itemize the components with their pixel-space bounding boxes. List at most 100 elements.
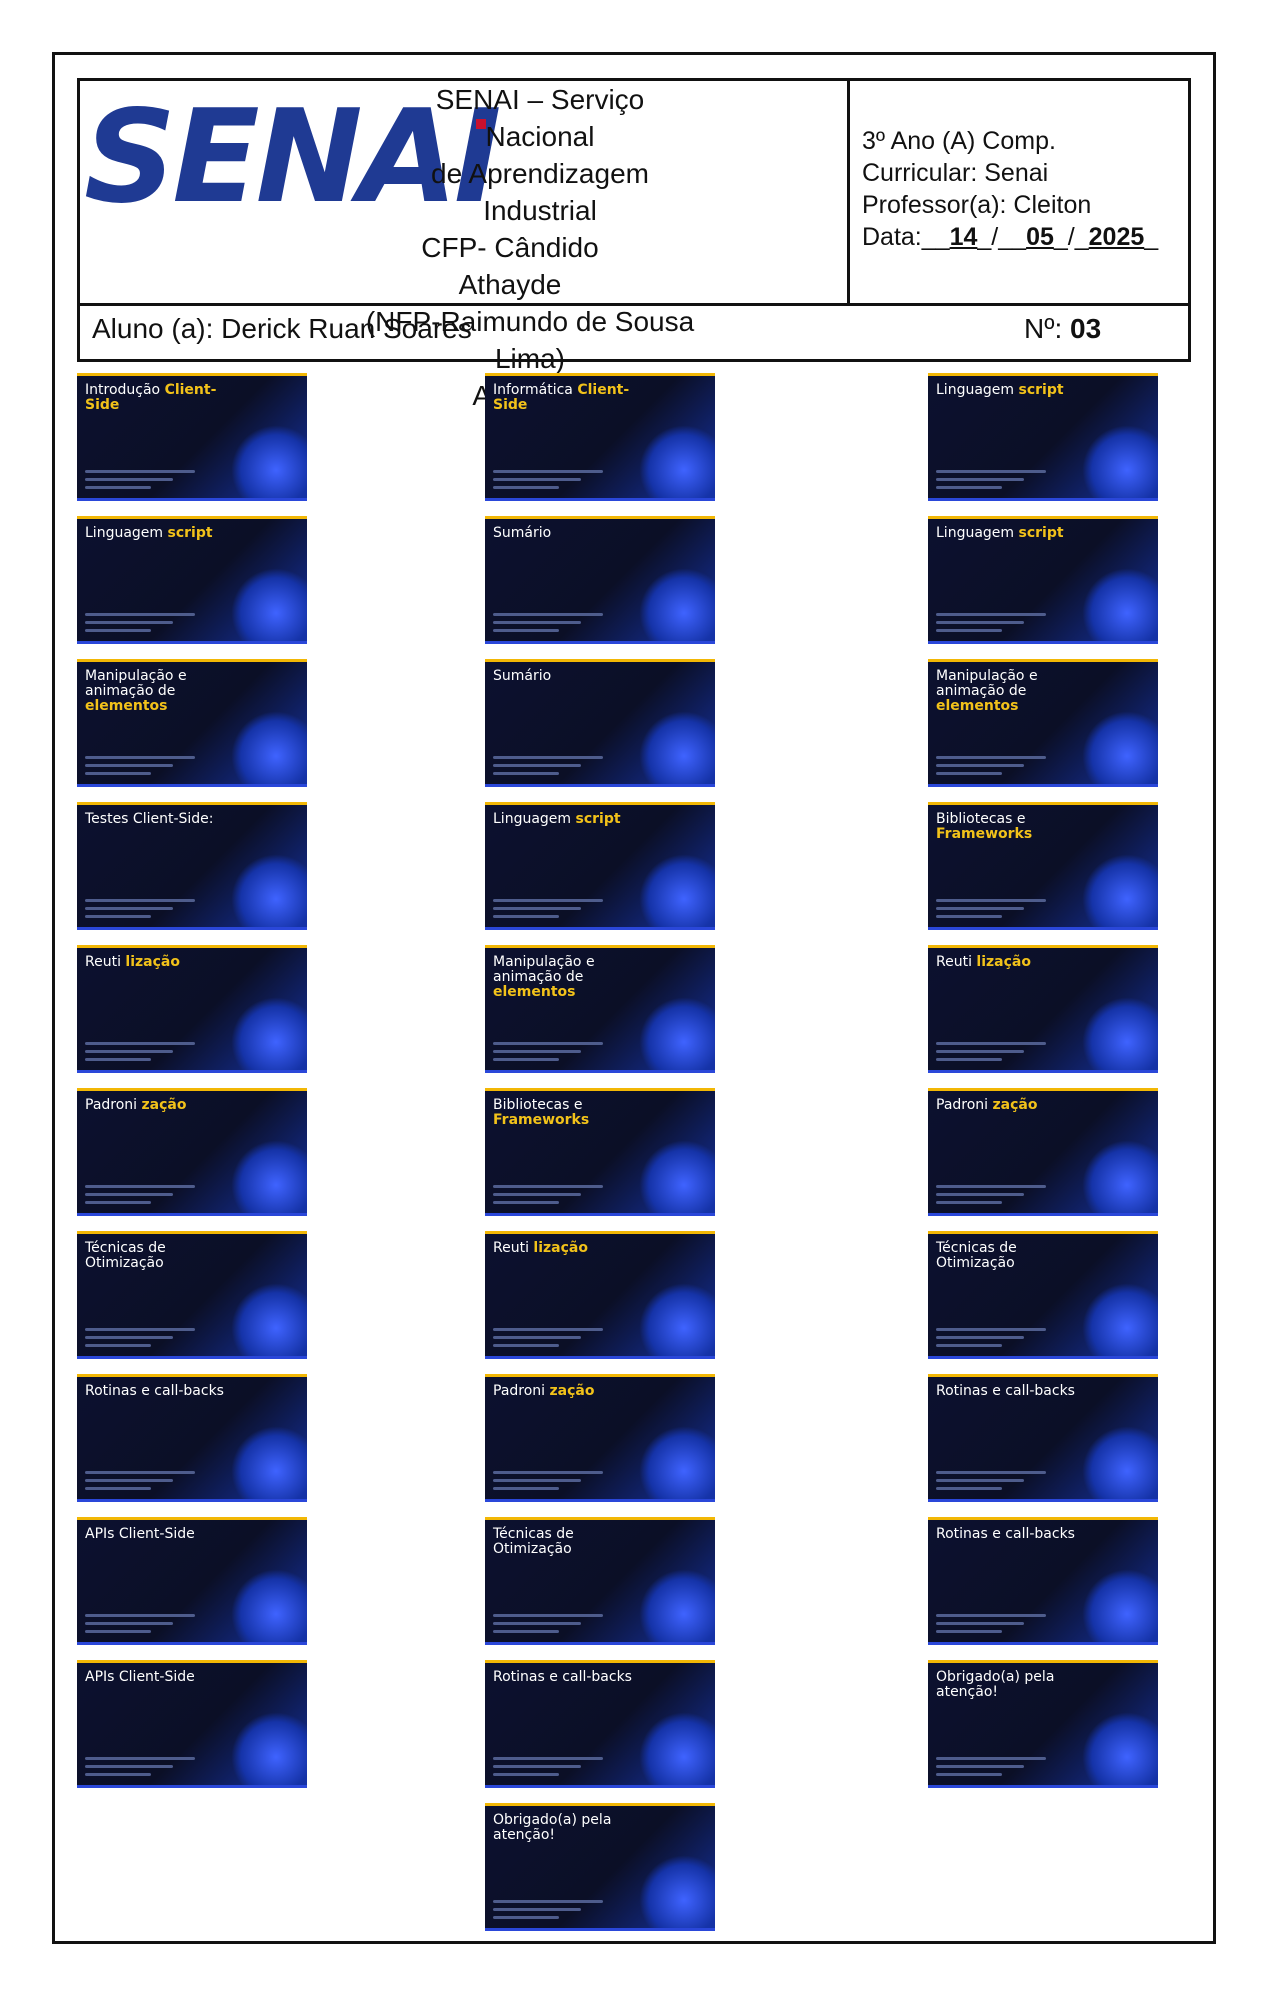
slide-title: Padroni zação [936, 1098, 1076, 1113]
slide-bottom-bar [928, 1356, 1158, 1359]
slide-thumbnail: Sumário [485, 516, 715, 644]
slide-title-text: Manipulação e animação de [85, 668, 187, 699]
slide-title-highlight: zação [141, 1097, 187, 1113]
slide-illustration [231, 1569, 307, 1645]
slide-title: Padroni zação [85, 1098, 225, 1113]
slide-bottom-bar [77, 1785, 307, 1788]
slide-title: Informática Client-Side [493, 383, 633, 413]
slide-accent-bar [77, 1374, 307, 1377]
slide-title: Técnicas de Otimização [493, 1527, 633, 1557]
slide-bottom-bar [485, 1213, 715, 1216]
slide-thumbnail: Manipulação e animação de elementos [77, 659, 307, 787]
slide-bottom-bar [485, 1070, 715, 1073]
slide-illustration [1082, 1283, 1158, 1359]
slide-accent-bar [77, 659, 307, 662]
school-line-4: CFP- Cândido Athayde [421, 232, 599, 300]
slide-accent-bar [485, 1517, 715, 1520]
slide-body-text [493, 1466, 603, 1490]
slide-bottom-bar [485, 927, 715, 930]
slide-title: Rotinas e call-backs [936, 1384, 1076, 1399]
slide-title-highlight: lização [125, 954, 180, 970]
slide-title: Testes Client-Side: [85, 812, 225, 827]
slide-body-text [936, 1752, 1046, 1776]
slide-illustration [231, 425, 307, 501]
slide-body-text [85, 751, 195, 775]
slide-illustration [1082, 1569, 1158, 1645]
slide-title-highlight: script [1018, 382, 1064, 398]
slide-title: Manipulação e animação de elementos [936, 669, 1076, 714]
slide-body-text [936, 1037, 1046, 1061]
slide-body-text [493, 894, 603, 918]
slide-illustration [231, 568, 307, 644]
slide-thumbnail: Rotinas e call-backs [77, 1374, 307, 1502]
slide-body-text [85, 608, 195, 632]
slide-title-text: Manipulação e animação de [493, 954, 595, 985]
slide-accent-bar [928, 1517, 1158, 1520]
slide-thumbnail: Reuti lização [77, 945, 307, 1073]
slide-title: Reuti lização [85, 955, 225, 970]
slide-title-highlight: Frameworks [493, 1112, 590, 1128]
slide-bottom-bar [928, 498, 1158, 501]
slide-body-text [936, 465, 1046, 489]
slide-title: Introdução Client-Side [85, 383, 225, 413]
slide-bottom-bar [928, 927, 1158, 930]
slide-bottom-bar [928, 1499, 1158, 1502]
slide-thumbnail: Técnicas de Otimização [485, 1517, 715, 1645]
slide-title: Obrigado(a) pela atenção! [936, 1670, 1076, 1700]
slide-bottom-bar [928, 1070, 1158, 1073]
slide-body-text [493, 465, 603, 489]
slide-title: Linguagem script [85, 526, 225, 541]
slide-thumbnail: Linguagem script [928, 373, 1158, 501]
slide-body-text [936, 751, 1046, 775]
slide-bottom-bar [485, 498, 715, 501]
slide-body-text [493, 1895, 603, 1919]
date-year: 2025 [1088, 223, 1145, 251]
slide-thumbnail: Rotinas e call-backs [928, 1374, 1158, 1502]
slide-title-text: Rotinas e call-backs [85, 1383, 224, 1399]
slide-title: Rotinas e call-backs [493, 1670, 633, 1685]
slide-title-text: Rotinas e call-backs [493, 1669, 632, 1685]
slide-body-text [85, 1466, 195, 1490]
slide-title-text: Técnicas de Otimização [493, 1526, 574, 1557]
slide-thumbnail: Obrigado(a) pela atenção! [485, 1803, 715, 1931]
slide-accent-bar [928, 945, 1158, 948]
slide-accent-bar [928, 802, 1158, 805]
slide-accent-bar [77, 373, 307, 376]
slide-illustration [639, 1712, 715, 1788]
slide-thumbnail: Testes Client-Side: [77, 802, 307, 930]
slide-title-text: Linguagem [493, 811, 572, 827]
slide-title-text: Padroni [493, 1383, 546, 1399]
slide-body-text [936, 608, 1046, 632]
slide-body-text [85, 1323, 195, 1347]
slide-title-highlight: script [1018, 525, 1064, 541]
document-header: SENAI SENAI – Serviço Nacional de Aprend… [77, 78, 1191, 411]
slide-bottom-bar [485, 1499, 715, 1502]
slide-bottom-bar [485, 641, 715, 644]
slide-title-highlight: lização [533, 1240, 588, 1256]
slide-accent-bar [77, 802, 307, 805]
slide-body-text [936, 1466, 1046, 1490]
slide-accent-bar [77, 1231, 307, 1234]
slide-body-text [936, 1609, 1046, 1633]
slide-thumbnail: Rotinas e call-backs [928, 1517, 1158, 1645]
teacher-line: Professor(a): Cleiton [862, 191, 1092, 219]
slide-accent-bar [485, 516, 715, 519]
slide-title-text: Técnicas de Otimização [936, 1240, 1017, 1271]
slide-accent-bar [485, 1231, 715, 1234]
slide-illustration [639, 854, 715, 930]
slide-title: Bibliotecas e Frameworks [493, 1098, 633, 1128]
slide-title: Manipulação e animação de elementos [85, 669, 225, 714]
slide-thumbnail: Reuti lização [928, 945, 1158, 1073]
slide-title: Sumário [493, 669, 633, 684]
slide-illustration [639, 1855, 715, 1931]
slide-illustration [1082, 1426, 1158, 1502]
slide-accent-bar [77, 516, 307, 519]
slide-bottom-bar [485, 784, 715, 787]
slide-title: Reuti lização [936, 955, 1076, 970]
slide-title-highlight: elementos [936, 698, 1019, 714]
slide-title: Linguagem script [493, 812, 633, 827]
slide-illustration [231, 854, 307, 930]
slide-accent-bar [77, 1660, 307, 1663]
header-top-row: SENAI SENAI – Serviço Nacional de Aprend… [80, 81, 1188, 411]
slide-thumbnail: APIs Client-Side [77, 1517, 307, 1645]
